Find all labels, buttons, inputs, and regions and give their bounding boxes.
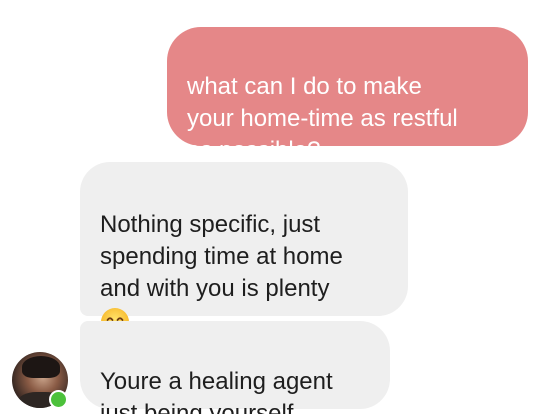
online-status-indicator [49,390,68,409]
chat-thread: what can I do to make your home-time as … [0,0,550,414]
message-text: what can I do to make your home-time as … [187,73,458,164]
sent-message-bubble[interactable]: what can I do to make your home-time as … [167,27,528,164]
message-text: Nothing specific, just spending time at … [100,211,343,302]
avatar-hair [22,356,60,378]
received-message-bubble[interactable]: Youre a healing agent just being yoursel… [80,321,390,414]
message-text: Youre a healing agent just being yoursel… [100,368,333,414]
received-message-bubble[interactable]: Nothing specific, just spending time at … [80,162,408,336]
